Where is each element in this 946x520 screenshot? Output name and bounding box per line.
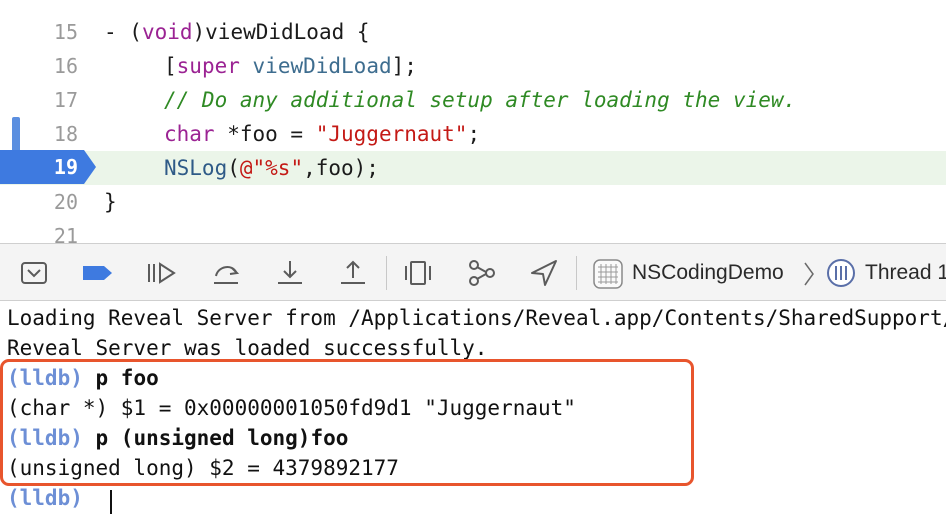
- code-line[interactable]: 20}: [0, 185, 946, 219]
- continue-button[interactable]: [143, 256, 179, 290]
- line-number: 16: [53, 54, 78, 78]
- code-token: // Do any additional setup after loading…: [164, 88, 797, 112]
- code-token: void: [141, 20, 193, 44]
- continue-icon: [148, 262, 176, 284]
- code-text: // Do any additional setup after loading…: [164, 83, 796, 117]
- view-hierarchy-icon: [405, 261, 431, 285]
- code-token: "Juggernaut": [315, 122, 468, 146]
- code-token: }: [104, 190, 117, 214]
- breakpoints-toggle-button[interactable]: [80, 256, 116, 290]
- lldb-prompt: (lldb): [7, 486, 83, 510]
- debug-view-hierarchy-button[interactable]: [400, 256, 436, 290]
- line-number: 17: [53, 88, 78, 112]
- step-into-icon: [278, 261, 302, 284]
- console-log-line: Loading Reveal Server from /Applications…: [7, 306, 946, 330]
- code-token: )viewDidLoad {: [192, 20, 370, 44]
- text-cursor: [110, 490, 112, 514]
- source-editor[interactable]: 15 - (void)viewDidLoad { 16 [super viewDidL…: [0, 0, 946, 243]
- code-line[interactable]: 19 NSLog(@"%s",foo);: [0, 151, 946, 185]
- thread-icon: [826, 258, 856, 288]
- line-number: 15: [53, 20, 78, 44]
- step-over-button[interactable]: [208, 256, 244, 290]
- code-token: [: [164, 54, 177, 78]
- highlight-annotation-box: [0, 359, 694, 486]
- location-arrow-icon: [531, 260, 557, 286]
- toolbar-separator: [386, 256, 387, 290]
- code-token: (: [227, 156, 240, 180]
- line-number: 20: [53, 190, 78, 214]
- code-token: ;: [467, 122, 481, 146]
- chevron-right-icon: [802, 261, 816, 287]
- code-token: NSLog: [164, 156, 228, 180]
- code-token: ];: [391, 54, 417, 78]
- debug-memory-graph-button[interactable]: [464, 256, 500, 290]
- breakpoint-marker[interactable]: 19: [0, 150, 96, 184]
- hide-debug-area-button[interactable]: [16, 256, 52, 290]
- line-number: 18: [53, 122, 78, 146]
- debug-toolbar: NSCodingDemo Thread 1: [0, 243, 946, 301]
- step-over-icon: [214, 266, 240, 284]
- breakpoint-tag-icon: [83, 266, 112, 280]
- code-text: [super viewDidLoad];: [164, 49, 417, 83]
- step-out-icon: [341, 260, 365, 284]
- code-line[interactable]: 15 - (void)viewDidLoad {: [0, 15, 946, 49]
- code-line[interactable]: 16 [super viewDidLoad];: [0, 49, 946, 83]
- step-out-button[interactable]: [335, 256, 371, 290]
- toolbar-separator: [576, 256, 577, 290]
- breakpoint-line-number: 19: [53, 155, 78, 179]
- code-token: ,foo);: [303, 156, 379, 180]
- code-text: }: [104, 185, 117, 219]
- app-icon: [592, 258, 624, 290]
- code-token: super: [176, 54, 240, 78]
- code-line[interactable]: 17 // Do any additional setup after loadi…: [0, 83, 946, 117]
- code-token: char: [164, 122, 215, 146]
- console-input-line[interactable]: (lldb): [7, 483, 83, 513]
- code-token: @"%s": [239, 156, 304, 180]
- memory-graph-icon: [469, 260, 495, 286]
- simulate-location-button[interactable]: [526, 256, 562, 290]
- step-into-button[interactable]: [272, 256, 308, 290]
- code-token: - (: [104, 20, 142, 44]
- code-text: char *foo = "Juggernaut";: [164, 117, 480, 151]
- hide-debug-area-icon: [21, 262, 47, 284]
- breadcrumb-app-name[interactable]: NSCodingDemo: [632, 257, 784, 289]
- code-text: NSLog(@"%s",foo);: [164, 151, 379, 185]
- code-line[interactable]: 21: [0, 219, 946, 243]
- line-number: 21: [53, 224, 78, 243]
- code-line[interactable]: 18 char *foo = "Juggernaut";: [0, 117, 946, 151]
- debug-console[interactable]: Loading Reveal Server from /Applications…: [0, 301, 946, 520]
- code-token: *foo =: [214, 122, 316, 146]
- breadcrumb-thread[interactable]: Thread 1: [865, 257, 946, 289]
- code-text: - (void)viewDidLoad {: [104, 15, 370, 49]
- breakpoint-arrow-icon: [0, 150, 96, 184]
- code-token: viewDidLoad: [252, 54, 392, 78]
